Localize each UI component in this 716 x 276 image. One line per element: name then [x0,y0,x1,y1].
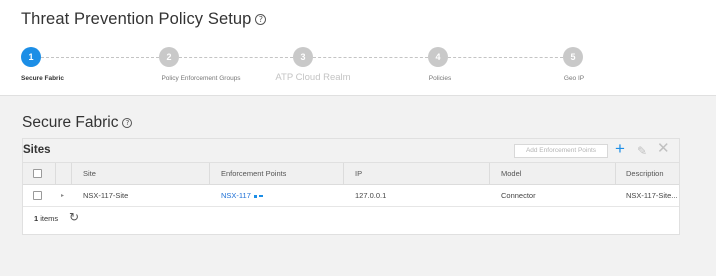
cell-site: NSX-117-Site [83,191,129,200]
column-header-model[interactable]: Model [501,163,521,185]
main-content: Secure Fabric? Sites Add Enforcement Poi… [0,97,716,276]
sites-panel-header: Sites Add Enforcement Points + ✎ ✕ [23,139,679,163]
page-title: Threat Prevention Policy Setup? [21,10,267,29]
section-title: Secure Fabric? [22,114,133,132]
sites-panel: Sites Add Enforcement Points + ✎ ✕ Site … [22,138,680,235]
step-5-label[interactable]: Geo IP [564,75,584,82]
table-row[interactable]: ▸ NSX-117-Site NSX-117 127.0.0.1 Connect… [23,185,679,207]
column-divider [343,163,344,185]
refresh-icon[interactable]: ↻ [69,210,79,224]
step-2-circle[interactable]: 2 [159,47,179,67]
cell-model: Connector [501,191,536,200]
page-title-text: Threat Prevention Policy Setup [21,10,252,28]
plus-icon[interactable]: + [615,140,625,158]
enforcement-point-link[interactable]: NSX-117 [221,191,251,200]
cell-ip: 127.0.0.1 [355,191,387,200]
cell-description: NSX-117-Site... [626,191,678,200]
step-1-label[interactable]: Secure Fabric [21,75,64,82]
help-icon[interactable]: ? [255,14,267,26]
item-count-label: items [40,214,59,223]
step-1-circle[interactable]: 1 [21,47,41,67]
help-icon[interactable]: ? [122,117,133,128]
sites-title: Sites [23,144,51,156]
column-divider [55,163,56,185]
status-dot-icon [253,194,257,198]
pencil-icon[interactable]: ✎ [637,142,647,160]
step-4-label[interactable]: Policies [429,75,451,82]
status-bar-icon [258,195,263,198]
stepper-connector [179,57,293,58]
sites-table: Site Enforcement Points IP Model Descrip… [23,163,679,207]
close-icon[interactable]: ✕ [657,140,670,158]
stepper-connector [448,57,563,58]
step-5-circle[interactable]: 5 [563,47,583,67]
column-divider [209,163,210,185]
add-enforcement-points-button[interactable]: Add Enforcement Points [514,144,608,158]
select-all-checkbox[interactable] [33,169,42,178]
stepper-connector [313,57,428,58]
table-footer: 1 items ↻ [23,208,113,233]
item-count-number: 1 [34,214,39,223]
stepper-connector [41,57,159,58]
expand-arrow-icon[interactable]: ▸ [61,185,64,207]
column-header-enforcement-points[interactable]: Enforcement Points [221,163,286,185]
cell-enforcement-points: NSX-117 [221,185,263,207]
step-4-circle[interactable]: 4 [428,47,448,67]
column-header-ip[interactable]: IP [355,163,362,185]
column-divider [615,163,616,185]
step-2-label[interactable]: Policy Enforcement Groups [161,75,240,82]
table-header-row: Site Enforcement Points IP Model Descrip… [23,163,679,185]
section-title-text: Secure Fabric [22,114,119,131]
row-checkbox[interactable] [33,191,42,200]
column-header-description[interactable]: Description [626,163,664,185]
page-header: Threat Prevention Policy Setup? 1 2 3 4 … [0,0,716,96]
step-3-label[interactable]: ATP Cloud Realm [275,72,350,83]
column-header-site[interactable]: Site [83,163,96,185]
column-divider [489,163,490,185]
step-3-circle[interactable]: 3 [293,47,313,67]
column-divider [71,163,72,185]
item-count: 1 items [34,214,58,223]
